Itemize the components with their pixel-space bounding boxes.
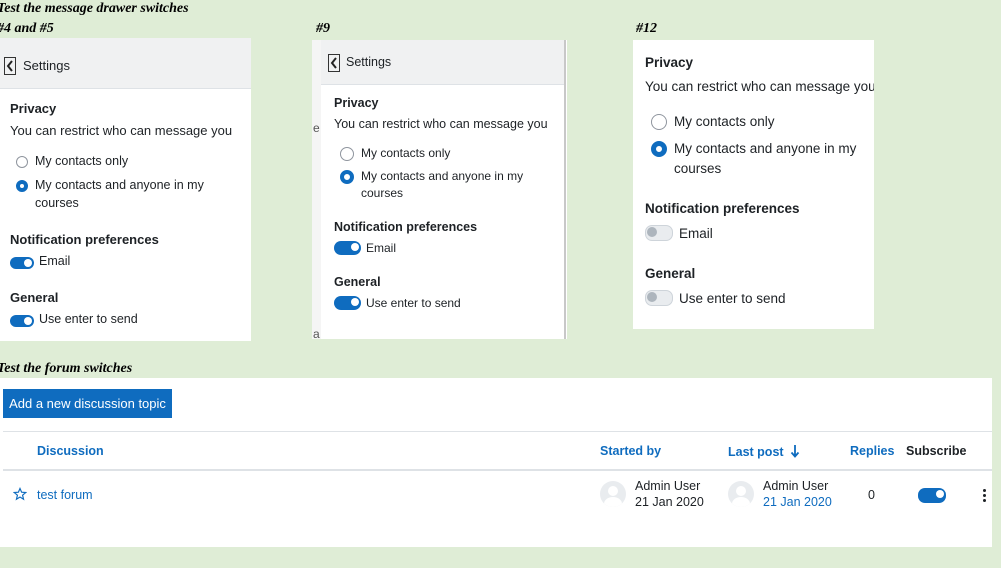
privacy-description: You can restrict who can message you [10,123,233,138]
started-by-avatar[interactable] [600,481,626,507]
enter-to-send-label: Use enter to send [39,312,138,326]
version-caption-4-5: #4 and #5 [0,21,54,36]
radio-contacts-only[interactable] [340,147,354,161]
radio-contacts-only-label: My contacts only [674,114,775,129]
privacy-description: You can restrict who can message you [334,117,548,131]
settings-title: Settings [346,55,392,69]
subscribe-toggle[interactable] [918,488,946,503]
radio-contacts-only[interactable] [16,156,28,168]
email-toggle-label: Email [679,226,713,241]
email-toggle[interactable] [645,225,673,241]
privacy-heading: Privacy [10,101,57,116]
radio-contacts-and-courses-label-line1: My contacts and anyone in my [674,141,857,156]
column-header-last-post[interactable]: Last post [728,444,800,459]
radio-contacts-and-courses[interactable] [16,180,28,192]
enter-to-send-toggle[interactable] [334,296,361,310]
header-divider [3,469,992,471]
radio-contacts-and-courses-label-line2: courses [35,196,79,210]
divider [3,431,992,432]
general-heading: General [10,290,59,305]
enter-to-send-label: Use enter to send [679,291,786,306]
radio-contacts-only-label: My contacts only [35,154,129,168]
last-post-name[interactable]: Admin User [763,479,828,493]
email-toggle-label: Email [366,241,397,255]
privacy-heading: Privacy [645,55,694,70]
back-arrow-icon[interactable] [328,54,340,72]
version-caption-12: #12 [636,21,657,36]
drawer-9-body: Settings Privacy You can restrict who ca… [321,40,566,339]
general-heading: General [645,266,696,281]
started-by-name[interactable]: Admin User [635,479,700,493]
enter-to-send-toggle[interactable] [10,315,34,327]
radio-contacts-and-courses-label-line1: My contacts and anyone in my [361,169,524,183]
column-header-last-post-label: Last post [728,445,784,459]
privacy-heading: Privacy [334,96,379,110]
column-header-replies[interactable]: Replies [850,444,894,458]
last-post-avatar[interactable] [728,481,754,507]
forum-discussion-panel: Add a new discussion topic Discussion St… [0,378,992,547]
radio-contacts-only-label: My contacts only [361,146,451,160]
forum-test-caption: Test the forum switches [0,361,133,376]
drawer-settings-panel-9: e a Settings Privacy You can restrict wh… [312,40,567,339]
sort-descending-arrow-icon [790,445,800,458]
discussion-title-link[interactable]: test forum [37,488,93,502]
started-by-date: 21 Jan 2020 [635,495,704,509]
radio-contacts-only[interactable] [651,114,667,130]
radio-contacts-and-courses[interactable] [340,170,354,184]
last-post-date[interactable]: 21 Jan 2020 [763,495,832,509]
column-header-subscribe: Subscribe [906,444,967,458]
radio-contacts-and-courses-label-line2: courses [674,161,722,176]
privacy-description: You can restrict who can message you [645,79,874,94]
email-toggle-label: Email [39,254,71,268]
email-toggle[interactable] [10,257,34,269]
drawer-settings-panel-12: Privacy You can restrict who can message… [633,40,874,329]
settings-header: Settings [321,40,564,85]
notification-preferences-heading: Notification preferences [645,201,800,216]
drawer-settings-panel-4-5: Settings Privacy You can restrict who ca… [0,38,251,341]
general-heading: General [334,275,381,289]
enter-to-send-toggle[interactable] [645,290,673,306]
settings-header: Settings [0,38,251,89]
notification-preferences-heading: Notification preferences [334,220,478,234]
drawer-test-caption: Test the message drawer switches [0,1,189,16]
email-toggle[interactable] [334,241,361,255]
enter-to-send-label: Use enter to send [366,296,461,310]
radio-contacts-and-courses-label-line1: My contacts and anyone in my [35,178,204,192]
star-icon[interactable] [13,487,27,501]
radio-contacts-and-courses[interactable] [651,141,667,157]
version-caption-9: #9 [316,21,330,36]
column-header-discussion[interactable]: Discussion [37,444,104,458]
notification-preferences-heading: Notification preferences [10,232,159,247]
more-options-icon[interactable] [983,489,986,504]
underlying-page-text-fragment-bottom: a [313,327,320,339]
column-header-started-by[interactable]: Started by [600,444,661,458]
radio-contacts-and-courses-label-line2: courses [361,186,404,200]
underlying-page-text-fragment: e [313,121,320,135]
replies-count[interactable]: 0 [868,488,875,502]
add-discussion-topic-button[interactable]: Add a new discussion topic [3,389,172,418]
settings-title: Settings [23,58,70,73]
back-arrow-icon[interactable] [4,57,16,75]
